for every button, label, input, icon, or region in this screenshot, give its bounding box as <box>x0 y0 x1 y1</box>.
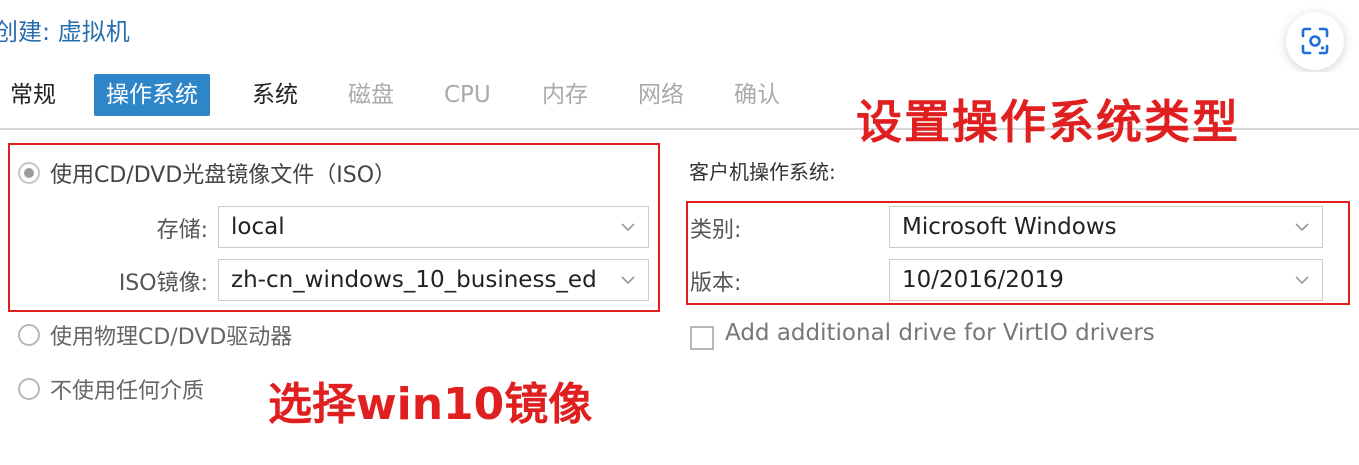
tab-general[interactable]: 常规 <box>10 74 56 116</box>
virtio-checkbox[interactable] <box>690 326 714 350</box>
radio-physical-drive[interactable]: 使用物理CD/DVD驱动器 <box>18 318 292 352</box>
window-title: 创建: 虚拟机 <box>0 18 130 46</box>
annotation-os-type: 设置操作系统类型 <box>856 95 1240 149</box>
tab-system[interactable]: 系统 <box>252 74 298 116</box>
radio-button[interactable] <box>18 378 40 400</box>
highlight-iso-box <box>8 143 660 312</box>
scan-lens-icon <box>1301 27 1329 55</box>
radio-button[interactable] <box>18 324 40 346</box>
tab-network[interactable]: 网络 <box>638 74 684 116</box>
tab-confirm[interactable]: 确认 <box>734 74 780 116</box>
tab-cpu[interactable]: CPU <box>444 74 491 116</box>
radio-no-media-label: 不使用任何介质 <box>50 379 205 404</box>
visual-lookup-button[interactable] <box>1286 12 1344 70</box>
highlight-os-box <box>686 201 1350 305</box>
guest-os-heading: 客户机操作系统: <box>689 160 836 184</box>
virtio-checkbox-label: Add additional drive for VirtIO drivers <box>725 320 1155 346</box>
annotation-select-image: 选择win10镜像 <box>268 379 593 430</box>
tab-memory[interactable]: 内存 <box>542 74 588 116</box>
tab-disk[interactable]: 磁盘 <box>348 74 394 116</box>
radio-no-media[interactable]: 不使用任何介质 <box>18 372 204 406</box>
tab-os[interactable]: 操作系统 <box>94 74 210 116</box>
radio-physical-drive-label: 使用物理CD/DVD驱动器 <box>50 325 293 350</box>
